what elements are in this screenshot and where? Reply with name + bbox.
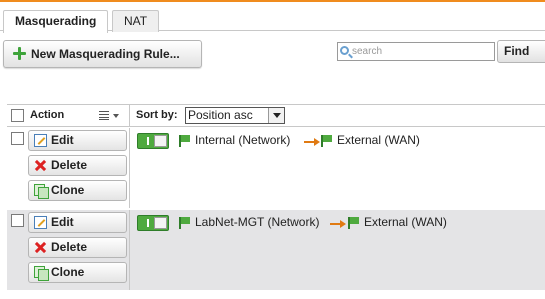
enable-toggle[interactable] xyxy=(137,215,169,231)
action-column-header: Action xyxy=(30,109,65,121)
delete-icon xyxy=(34,241,47,254)
search-input[interactable]: search xyxy=(337,42,495,61)
search-placeholder: search xyxy=(352,46,383,57)
row-divider xyxy=(129,210,130,290)
delete-button[interactable]: Delete xyxy=(28,237,127,258)
clone-label: Clone xyxy=(51,265,85,279)
destination-interface-link[interactable]: External (WAN) xyxy=(364,215,447,229)
network-flag-icon xyxy=(348,217,359,229)
enable-toggle[interactable] xyxy=(137,133,169,149)
clone-button[interactable]: Clone xyxy=(28,262,127,283)
plus-icon xyxy=(13,47,26,60)
delete-label: Delete xyxy=(51,240,88,254)
arrow-right-icon xyxy=(304,138,320,146)
network-flag-icon xyxy=(321,135,332,147)
select-all-checkbox[interactable] xyxy=(11,109,24,122)
source-network-link[interactable]: LabNet-MGT (Network) xyxy=(195,215,319,229)
search-icon xyxy=(340,46,349,55)
network-flag-icon xyxy=(179,135,190,147)
dropdown-arrow-icon xyxy=(268,108,284,123)
chevron-down-icon[interactable] xyxy=(113,114,119,118)
rule-row: Edit Delete Clone LabNet-MGT (Network) E… xyxy=(7,210,545,290)
sort-select[interactable]: Position asc xyxy=(185,107,285,124)
tab-masquerading[interactable]: Masquerading xyxy=(3,10,109,33)
tab-nat[interactable]: NAT xyxy=(112,10,160,32)
row-divider xyxy=(129,128,130,208)
delete-label: Delete xyxy=(51,158,88,172)
delete-icon xyxy=(34,159,47,172)
edit-button[interactable]: Edit xyxy=(28,130,127,151)
list-header: Action Sort by: Position asc xyxy=(7,104,545,127)
clone-icon xyxy=(34,266,49,281)
delete-button[interactable]: Delete xyxy=(28,155,127,176)
edit-button[interactable]: Edit xyxy=(28,212,127,233)
new-masquerading-rule-label: New Masquerading Rule... xyxy=(31,47,180,61)
find-button[interactable]: Find xyxy=(497,40,545,63)
clone-button[interactable]: Clone xyxy=(28,180,127,201)
edit-label: Edit xyxy=(51,215,74,229)
header-divider xyxy=(129,105,130,127)
clone-icon xyxy=(34,184,49,199)
network-flag-icon xyxy=(179,217,190,229)
new-masquerading-rule-button[interactable]: New Masquerading Rule... xyxy=(3,40,202,68)
source-network-link[interactable]: Internal (Network) xyxy=(195,133,290,147)
tab-bar: Masquerading NAT xyxy=(0,2,545,33)
rule-checkbox[interactable] xyxy=(11,132,24,145)
clone-label: Clone xyxy=(51,183,85,197)
edit-icon xyxy=(34,134,47,147)
destination-interface-link[interactable]: External (WAN) xyxy=(337,133,420,147)
list-icon[interactable] xyxy=(99,111,109,120)
sort-select-value: Position asc xyxy=(188,108,253,122)
edit-icon xyxy=(34,216,47,229)
rule-checkbox[interactable] xyxy=(11,214,24,227)
rule-row: Edit Delete Clone Internal (Network) Ext… xyxy=(7,128,545,208)
sort-by-label: Sort by: xyxy=(136,109,178,121)
edit-label: Edit xyxy=(51,133,74,147)
arrow-right-icon xyxy=(330,220,346,228)
